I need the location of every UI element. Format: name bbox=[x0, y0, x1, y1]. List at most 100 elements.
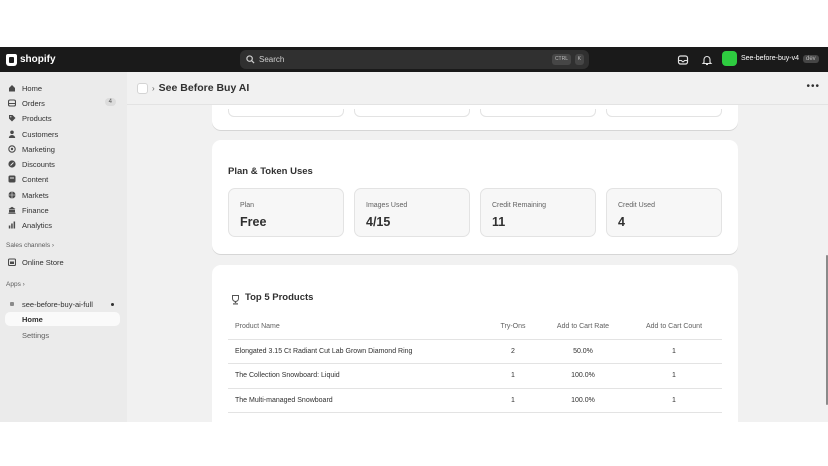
sidebar-item-label: Finance bbox=[22, 205, 49, 215]
product-name-cell: The Multi-managed Snowboard bbox=[235, 396, 333, 404]
sidebar-item-app[interactable]: see-before-buy-ai-full bbox=[0, 297, 120, 311]
more-actions-button[interactable]: ••• bbox=[806, 81, 820, 92]
column-header: Add to Cart Count bbox=[645, 323, 703, 330]
app-icon bbox=[137, 82, 148, 94]
store-name: See-before-buy-v4 bbox=[741, 55, 799, 62]
sidebar-item-markets[interactable]: Markets bbox=[0, 188, 120, 202]
product-name-cell: The Collection Snowboard: Liquid bbox=[235, 372, 340, 379]
sidebar-item-label: Content bbox=[22, 174, 49, 184]
store-menu-button[interactable]: See-before-buy-v4 dev bbox=[722, 51, 819, 66]
search-placeholder: Search bbox=[259, 55, 285, 64]
bell-icon[interactable] bbox=[701, 53, 713, 66]
column-header: Add to Cart Rate bbox=[556, 323, 610, 330]
discount-icon bbox=[8, 160, 16, 168]
trophy-icon bbox=[231, 292, 240, 305]
chevron-right-icon: › bbox=[152, 83, 155, 93]
stat-label: Plan bbox=[240, 202, 255, 209]
app-settings-label: Settings bbox=[22, 330, 50, 340]
sidebar-item-label: Customers bbox=[22, 129, 59, 139]
stat-plan: Plan Free bbox=[228, 188, 344, 237]
sidebar-item-finance[interactable]: Finance bbox=[0, 203, 120, 217]
apps-heading[interactable]: Apps › bbox=[6, 281, 25, 288]
stat-value: 4 bbox=[618, 215, 625, 229]
inbox-icon[interactable] bbox=[677, 53, 689, 65]
cart-rate-cell: 100.0% bbox=[571, 372, 595, 379]
stat-images-used: Images Used 4/15 bbox=[354, 188, 470, 237]
search-input[interactable]: Search CTRL K bbox=[240, 50, 589, 69]
sidebar-app-settings[interactable]: Settings bbox=[5, 328, 120, 342]
sidebar-item-label: Products bbox=[22, 113, 52, 123]
top-products-card: Top 5 Products Product Name Try-Ons Add … bbox=[212, 265, 738, 422]
orders-count-badge: 4 bbox=[104, 98, 116, 106]
stat-value: 4/15 bbox=[366, 215, 391, 229]
content-icon bbox=[8, 175, 16, 183]
page-title: See Before Buy AI bbox=[158, 82, 250, 94]
dev-store-badge: dev bbox=[802, 54, 819, 63]
apps-label: Apps bbox=[6, 281, 21, 288]
sidebar-item-orders[interactable]: Orders 4 bbox=[0, 96, 120, 110]
top-products-title: Top 5 Products bbox=[245, 292, 314, 303]
plan-card: Plan & Token Uses Plan Free Images Used … bbox=[212, 140, 738, 254]
sales-channels-label: Sales channels bbox=[6, 242, 51, 249]
sidebar-item-analytics[interactable]: Analytics bbox=[0, 218, 120, 232]
sidebar-item-label: Home bbox=[22, 83, 43, 93]
stat-tile bbox=[228, 109, 344, 117]
sidebar-item-online-store[interactable]: Online Store bbox=[0, 255, 120, 269]
sidebar-item-label: Discounts bbox=[22, 159, 55, 169]
sidebar-item-home[interactable]: Home bbox=[0, 81, 120, 95]
column-header: Try-Ons bbox=[500, 323, 526, 330]
chevron-right-icon: › bbox=[22, 281, 25, 288]
sidebar-item-label: Markets bbox=[22, 190, 49, 200]
sidebar-app-home[interactable]: Home bbox=[5, 312, 120, 326]
pin-dot-icon bbox=[111, 303, 114, 306]
sidebar-item-label: see-before-buy-ai-full bbox=[22, 299, 93, 309]
shopify-logo[interactable]: shopify bbox=[6, 53, 56, 66]
sidebar-item-label: Analytics bbox=[22, 220, 53, 230]
sidebar-item-marketing[interactable]: Marketing bbox=[0, 142, 120, 156]
shopify-logo-icon bbox=[6, 53, 17, 66]
cart-rate-cell: 100.0% bbox=[571, 396, 595, 404]
sidebar-item-discounts[interactable]: Discounts bbox=[0, 157, 120, 171]
main-content: › See Before Buy AI ••• Plan & Token Use… bbox=[127, 72, 828, 422]
table-header-row: Product Name Try-Ons Add to Cart Rate Ad… bbox=[228, 315, 722, 340]
bank-icon bbox=[8, 206, 16, 214]
cart-count-cell: 1 bbox=[672, 372, 676, 379]
page-header: › See Before Buy AI ••• bbox=[127, 72, 828, 105]
stat-tile bbox=[354, 109, 470, 117]
tryons-cell: 1 bbox=[511, 372, 515, 379]
stat-value: 11 bbox=[492, 215, 506, 229]
shortcut-ctrl-key: CTRL bbox=[551, 54, 571, 65]
store-avatar bbox=[722, 51, 737, 66]
sidebar-item-customers[interactable]: Customers bbox=[0, 127, 120, 141]
table-row: The Collection Snowboard: Liquid 1 100.0… bbox=[228, 364, 722, 389]
stat-tile bbox=[480, 109, 596, 117]
sidebar-item-label: Orders bbox=[22, 98, 45, 108]
tag-icon bbox=[8, 114, 16, 122]
stat-label: Credit Used bbox=[618, 202, 655, 209]
sales-channels-heading[interactable]: Sales channels › bbox=[6, 242, 54, 249]
cart-count-cell: 1 bbox=[672, 396, 676, 404]
tryons-cell: 1 bbox=[511, 396, 515, 404]
product-name-cell: Elongated 3.15 Ct Radiant Cut Lab Grown … bbox=[235, 347, 413, 355]
top-bar: shopify Search CTRL K See-before-buy-v4 … bbox=[0, 47, 828, 72]
store-icon bbox=[7, 258, 17, 267]
plan-card-title: Plan & Token Uses bbox=[228, 166, 313, 177]
app-icon bbox=[10, 302, 14, 306]
sidebar-item-label: Marketing bbox=[22, 144, 55, 154]
stat-label: Credit Remaining bbox=[492, 202, 547, 209]
app-home-label: Home bbox=[22, 314, 43, 324]
sidebar-item-content[interactable]: Content bbox=[0, 172, 120, 186]
sidebar-item-products[interactable]: Products bbox=[0, 111, 120, 125]
stat-tile bbox=[606, 109, 722, 117]
table-row: The Multi-managed Snowboard 1 100.0% 1 bbox=[228, 389, 722, 413]
chart-icon bbox=[8, 221, 16, 229]
orders-icon bbox=[7, 99, 17, 107]
cart-count-cell: 1 bbox=[672, 347, 676, 355]
sidebar-item-label: Online Store bbox=[22, 257, 64, 267]
stat-label: Images Used bbox=[366, 202, 408, 209]
chevron-right-icon: › bbox=[51, 242, 55, 249]
tryons-cell: 2 bbox=[511, 347, 515, 355]
table-row: Elongated 3.15 Ct Radiant Cut Lab Grown … bbox=[228, 340, 722, 364]
home-icon bbox=[8, 84, 16, 92]
globe-icon bbox=[8, 191, 16, 199]
